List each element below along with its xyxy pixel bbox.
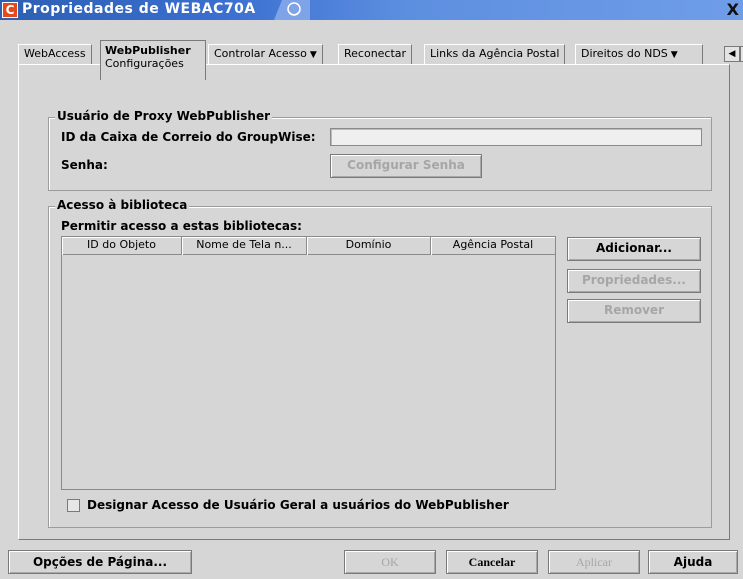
properties-dialog: C Propriedades de WEBAC70A X WebAccess W…	[0, 0, 743, 579]
tab-strip: WebAccess WebPublisher Configurações Con…	[18, 40, 743, 80]
group-legend: Acesso à biblioteca	[55, 198, 190, 212]
group-legend: Usuário de Proxy WebPublisher	[55, 109, 273, 123]
tab-label: Controlar Acesso	[214, 47, 307, 60]
column-header-post-office[interactable]: Agência Postal	[431, 237, 555, 255]
app-icon: C	[2, 2, 18, 18]
general-access-label[interactable]: Designar Acesso de Usuário Geral a usuár…	[87, 498, 509, 512]
general-access-checkbox[interactable]	[67, 499, 80, 512]
tab-direitos-nds[interactable]: Direitos do NDS ▼	[575, 44, 703, 64]
table-header: ID do Objeto Nome de Tela n... Domínio A…	[62, 237, 555, 255]
tab-label: Direitos do NDS	[581, 47, 668, 60]
remove-button[interactable]: Remover	[567, 299, 701, 323]
scroll-left-icon[interactable]: ◀	[724, 46, 740, 62]
properties-button[interactable]: Propriedades...	[567, 269, 701, 293]
add-button[interactable]: Adicionar...	[567, 237, 701, 261]
chevron-down-icon: ▼	[670, 50, 678, 60]
column-header-display-name[interactable]: Nome de Tela n...	[182, 237, 307, 255]
tab-label: Links da Agência Postal	[430, 47, 560, 60]
page-options-button[interactable]: Opções de Página...	[8, 550, 192, 574]
set-password-button[interactable]: Configurar Senha	[330, 154, 482, 178]
column-header-domain[interactable]: Domínio	[307, 237, 431, 255]
tab-label: Reconectar	[344, 47, 407, 60]
password-label: Senha:	[61, 158, 108, 172]
tab-webaccess[interactable]: WebAccess	[18, 44, 92, 64]
allow-libraries-label: Permitir acesso a estas bibliotecas:	[61, 219, 302, 233]
tab-label: WebPublisher	[105, 44, 191, 57]
cancel-button[interactable]: Cancelar	[446, 550, 538, 574]
tab-reconectar[interactable]: Reconectar	[338, 44, 413, 64]
apply-button[interactable]: Aplicar	[548, 550, 640, 574]
tab-sublabel: Configurações	[105, 57, 184, 70]
window-title: Propriedades de WEBAC70A	[22, 1, 256, 17]
tab-links-agencia-postal[interactable]: Links da Agência Postal	[424, 44, 566, 64]
libraries-table[interactable]: ID do Objeto Nome de Tela n... Domínio A…	[61, 236, 556, 490]
tab-panel: Usuário de Proxy WebPublisher ID da Caix…	[18, 64, 730, 540]
close-icon[interactable]: X	[727, 0, 739, 19]
mailbox-id-field[interactable]	[330, 128, 702, 146]
tab-controlar-acesso[interactable]: Controlar Acesso ▼	[208, 44, 323, 64]
ok-button[interactable]: OK	[344, 550, 436, 574]
help-button[interactable]: Ajuda	[648, 550, 738, 574]
proxy-user-group: Usuário de Proxy WebPublisher ID da Caix…	[48, 109, 712, 191]
tab-scroll-buttons: ◀ ▶	[724, 46, 743, 62]
column-header-object-id[interactable]: ID do Objeto	[62, 237, 182, 255]
swirl-icon	[274, 0, 310, 20]
tab-label: WebAccess	[24, 47, 86, 60]
tab-webpublisher-configuracoes[interactable]: WebPublisher Configurações	[100, 40, 206, 80]
mailbox-id-label: ID da Caixa de Correio do GroupWise:	[61, 130, 316, 144]
chevron-down-icon: ▼	[309, 50, 317, 60]
title-bar[interactable]: C Propriedades de WEBAC70A X	[0, 0, 743, 20]
library-access-group: Acesso à biblioteca Permitir acesso a es…	[48, 198, 712, 528]
